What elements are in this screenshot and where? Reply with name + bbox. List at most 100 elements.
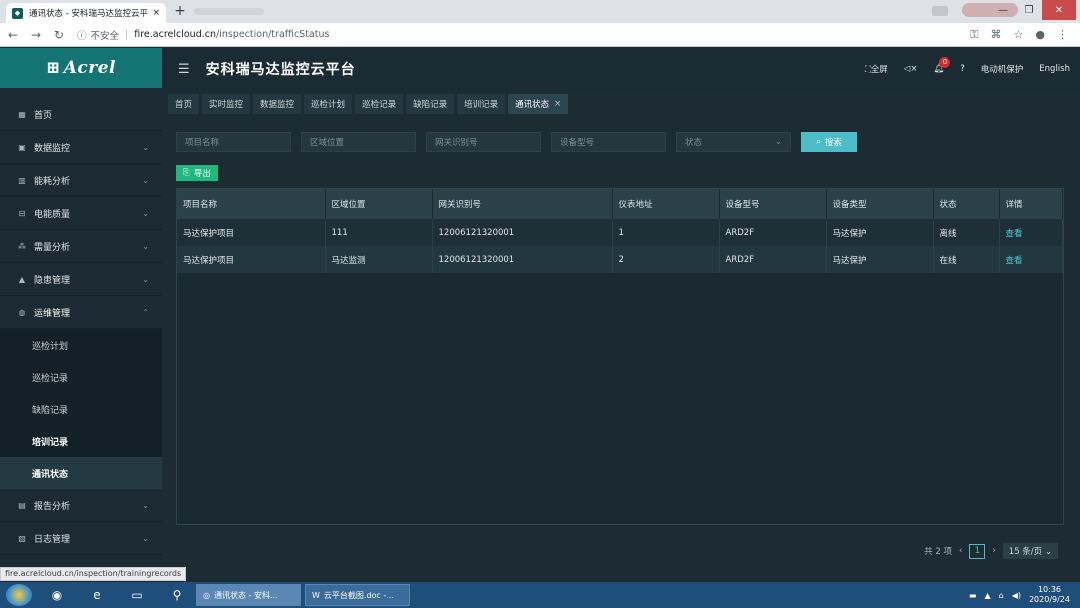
- reload-icon[interactable]: ↻: [49, 28, 69, 42]
- url-field[interactable]: ⓘ 不安全 | fire.acrelcloud.cn /inspection/t…: [77, 28, 329, 42]
- region-input[interactable]: 区域位置: [301, 132, 416, 152]
- project-name-input[interactable]: 项目名称: [176, 132, 291, 152]
- start-button[interactable]: [6, 584, 32, 606]
- keyboard-icon[interactable]: ▬: [969, 591, 977, 600]
- power-quality-icon: ⊟: [18, 208, 26, 218]
- close-tab-icon[interactable]: ×: [554, 99, 561, 109]
- search-app-icon[interactable]: ⚲: [162, 584, 192, 606]
- table-cell: 查看: [999, 246, 1063, 273]
- translate-icon[interactable]: ⌘: [991, 28, 1002, 42]
- taskbar-item-doc[interactable]: W 云平台截图.doc -...: [305, 584, 410, 606]
- taskbar-item-label: 云平台截图.doc -...: [323, 590, 394, 600]
- table-cell: 马达保护项目: [177, 246, 326, 273]
- hamburger-icon[interactable]: ☰: [178, 62, 190, 77]
- tab-data-monitor[interactable]: 数据监控: [253, 94, 302, 114]
- sidebar-subitem-comm-status[interactable]: 通讯状态: [0, 457, 162, 489]
- column-header: 网关识别号: [432, 189, 613, 219]
- sidebar-item-data-monitor[interactable]: ▣ 数据监控 ⌄: [0, 131, 162, 164]
- chevron-down-icon: ⌄: [1044, 547, 1052, 557]
- sidebar-item-hazard[interactable]: ▲ 隐患管理 ⌄: [0, 263, 162, 296]
- language-switch[interactable]: English: [1039, 64, 1070, 74]
- search-button[interactable]: ⌕ 搜索: [801, 132, 857, 152]
- sidebar-subitem-inspection-plan[interactable]: 巡检计划: [0, 329, 162, 361]
- sidebar-subitem-inspection-record[interactable]: 巡检记录: [0, 361, 162, 393]
- table-cell: 马达保护: [826, 219, 934, 246]
- view-link[interactable]: 查看: [1006, 229, 1023, 239]
- sidebar-item-label: 电能质量: [34, 209, 71, 220]
- tab-realtime[interactable]: 实时监控: [202, 94, 251, 114]
- close-tab-icon[interactable]: ×: [152, 8, 160, 18]
- star-icon[interactable]: ☆: [1014, 28, 1024, 42]
- account-icon[interactable]: ●: [1035, 28, 1045, 42]
- maximize-icon[interactable]: ❐: [1016, 0, 1042, 20]
- app-header: ☰ 安科瑞马达监控云平台 ⛶全屏 ◁× 🔔︎ 0 ? 电动机保护 English: [162, 48, 1080, 90]
- table-cell: 2: [612, 246, 720, 273]
- sidebar-item-report[interactable]: ▤ 报告分析 ⌄: [0, 489, 162, 522]
- tab-home[interactable]: 首页: [168, 94, 200, 114]
- folder-icon[interactable]: ▭: [122, 584, 152, 606]
- url-host: fire.acrelcloud.cn: [134, 29, 216, 40]
- status-bar-url: fire.acrelcloud.cn/inspection/trainingre…: [0, 567, 187, 581]
- chevron-down-icon: ⌄: [142, 142, 149, 152]
- page-button[interactable]: 1: [969, 543, 986, 559]
- forward-icon[interactable]: →: [26, 28, 46, 42]
- prev-page-icon[interactable]: ‹: [959, 546, 962, 556]
- table-cell: 12006121320001: [432, 219, 613, 246]
- sidebar-subitem-defect-record[interactable]: 缺陷记录: [0, 393, 162, 425]
- pinned-app-icon[interactable]: ◉: [42, 584, 72, 606]
- view-link[interactable]: 查看: [1006, 256, 1023, 266]
- export-button[interactable]: ⎘ 导出: [176, 165, 218, 181]
- gateway-id-input[interactable]: 网关识别号: [426, 132, 541, 152]
- table-cell: 马达保护: [826, 246, 934, 273]
- menu-dots-icon[interactable]: ⋮: [1057, 28, 1068, 42]
- notification-button[interactable]: 🔔︎ 0: [933, 57, 951, 74]
- next-page-icon[interactable]: ›: [992, 546, 995, 556]
- volume-icon[interactable]: ◀): [1012, 591, 1021, 600]
- ie-icon[interactable]: e: [82, 584, 112, 606]
- main-content: 首页 实时监控 数据监控 巡检计划 巡检记录 缺陷记录 培训记录 通讯状态 × 项…: [162, 90, 1080, 582]
- table-row: 马达保护项目 111 12006121320001 1 ARD2F 马达保护 离…: [177, 219, 1063, 246]
- ops-icon: ◍: [18, 307, 26, 317]
- table-cell: 在线: [933, 246, 1000, 273]
- favicon-icon: ◆: [12, 7, 23, 19]
- new-tab-button[interactable]: +: [172, 4, 188, 20]
- device-model-input[interactable]: 设备型号: [551, 132, 666, 152]
- back-icon[interactable]: ←: [3, 28, 23, 42]
- fullscreen-button[interactable]: ⛶全屏: [865, 63, 888, 75]
- paperclip-icon: ⎘: [183, 168, 190, 178]
- tab-inspection-plan[interactable]: 巡检计划: [304, 94, 353, 114]
- close-window-icon[interactable]: ✕: [1042, 0, 1076, 20]
- sidebar: ⊞ Acrel ▦ 首页 ▣ 数据监控 ⌄ ▥ 能耗分析 ⌄ ⊟ 电能质量 ⌄ ⁂ 需量分析 ⌄ …: [0, 48, 162, 582]
- sidebar-item-label: 运维管理: [34, 308, 71, 319]
- key-icon[interactable]: ⚿: [970, 28, 978, 42]
- module-switch[interactable]: 电动机保护: [981, 63, 1024, 75]
- sidebar-item-power-quality[interactable]: ⊟ 电能质量 ⌄: [0, 197, 162, 230]
- sidebar-subitem-training-record[interactable]: 培训记录: [0, 425, 162, 457]
- status-select[interactable]: 状态 ⌄: [676, 132, 791, 152]
- search-label: 搜索: [824, 138, 842, 148]
- sidebar-item-ops[interactable]: ◍ 运维管理 ⌃: [0, 296, 162, 329]
- minimize-icon[interactable]: —: [990, 0, 1016, 20]
- table-cell: 查看: [999, 219, 1063, 246]
- tab-comm-status[interactable]: 通讯状态 ×: [508, 94, 569, 114]
- clock[interactable]: 10:36 2020/9/24: [1029, 585, 1070, 605]
- browser-tab[interactable]: ◆ 通讯状态 - 安科瑞马达监控云平台 ×: [6, 3, 166, 23]
- taskbar-item-browser[interactable]: ◎ 通讯状态 - 安科...: [196, 584, 301, 606]
- mute-icon[interactable]: ◁×: [904, 64, 918, 74]
- logo[interactable]: ⊞ Acrel: [0, 48, 162, 88]
- page-size-select[interactable]: 15 条/页 ⌄: [1002, 543, 1058, 559]
- help-icon[interactable]: ?: [960, 64, 965, 74]
- tab-training-record[interactable]: 培训记录: [457, 94, 506, 114]
- tab-inspection-record[interactable]: 巡检记录: [355, 94, 404, 114]
- sidebar-item-home[interactable]: ▦ 首页: [0, 98, 162, 131]
- network-icon[interactable]: ⌂: [999, 591, 1004, 600]
- sidebar-item-demand[interactable]: ⁂ 需量分析 ⌄: [0, 230, 162, 263]
- sidebar-item-log[interactable]: ▧ 日志管理 ⌄: [0, 522, 162, 555]
- sidebar-item-energy[interactable]: ▥ 能耗分析 ⌄: [0, 164, 162, 197]
- notification-badge: 0: [939, 57, 951, 68]
- tray-expand-icon[interactable]: ▲: [984, 591, 990, 600]
- tab-defect-record[interactable]: 缺陷记录: [406, 94, 455, 114]
- sidebar-item-label: 数据监控: [34, 143, 71, 154]
- chevron-down-icon: ⌄: [142, 500, 149, 510]
- export-label: 导出: [193, 169, 211, 179]
